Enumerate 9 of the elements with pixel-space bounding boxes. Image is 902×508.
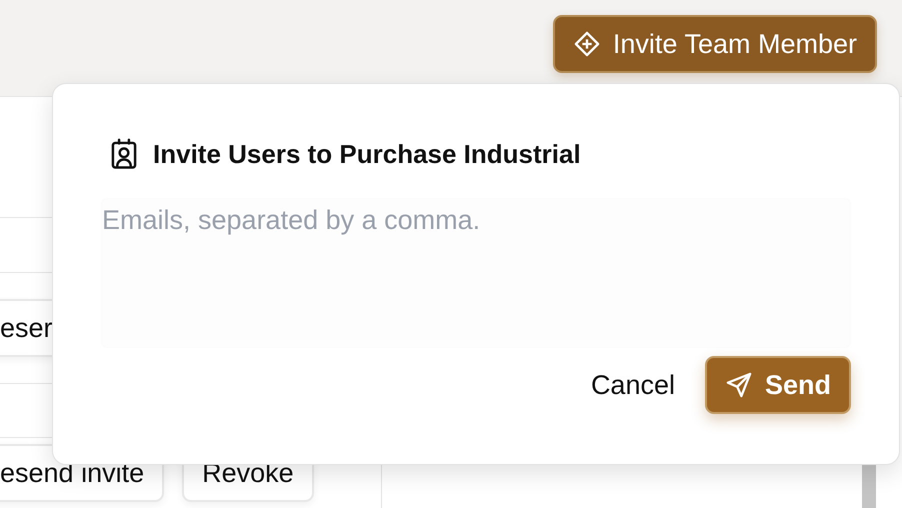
contact-card-icon — [109, 138, 139, 170]
scrollbar-thumb[interactable] — [862, 464, 876, 508]
emails-input[interactable]: Emails, separated by a comma. — [102, 199, 850, 347]
dialog-title: Invite Users to Purchase Industrial — [153, 138, 581, 170]
plus-diamond-icon — [572, 30, 601, 58]
send-button[interactable]: Send — [704, 356, 851, 414]
cancel-button[interactable]: Cancel — [590, 370, 675, 400]
send-icon — [724, 371, 753, 399]
invite-team-member-button[interactable]: Invite Team Member — [552, 15, 877, 73]
